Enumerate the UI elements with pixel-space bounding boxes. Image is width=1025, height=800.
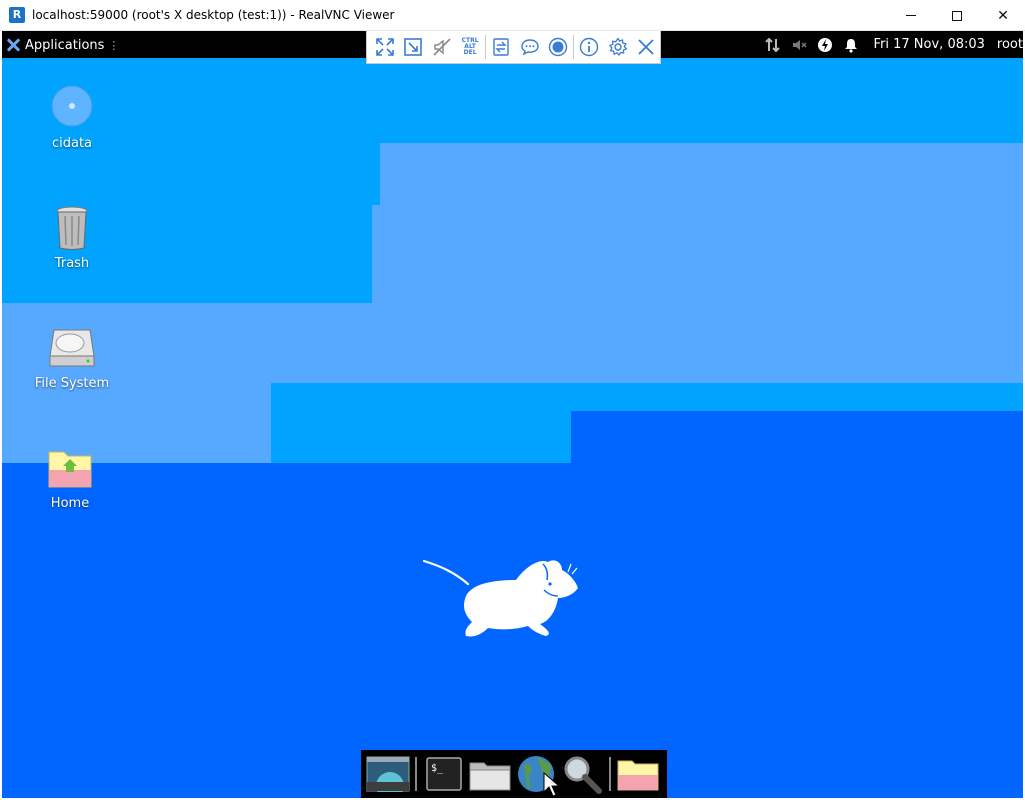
- fullscreen-button[interactable]: [371, 33, 399, 61]
- file-transfer-icon: [493, 38, 510, 56]
- speaker-muted-icon: [433, 38, 451, 56]
- dock-terminal[interactable]: $_: [421, 753, 467, 795]
- volume-muted-icon[interactable]: [790, 36, 808, 54]
- applications-label: Applications: [25, 37, 105, 53]
- scale-button[interactable]: [399, 33, 427, 61]
- window-title: localhost:59000 (root's X desktop (test:…: [32, 8, 395, 22]
- panel-user-menu[interactable]: root: [997, 37, 1023, 52]
- svg-text:$_: $_: [431, 763, 444, 774]
- folder-icon: [617, 760, 659, 791]
- mute-audio-button[interactable]: [428, 33, 456, 61]
- vnc-remote-desktop[interactable]: Applications ⋮ Fri 17 Nov, 08:03 root CT…: [2, 31, 1023, 798]
- dock-separator: [609, 757, 611, 791]
- ctrl-alt-del-button[interactable]: CTRL ALT DEL: [456, 33, 484, 61]
- desktop-icon-trash[interactable]: Trash: [22, 204, 122, 271]
- info-button[interactable]: [575, 33, 603, 61]
- gear-icon: [608, 37, 627, 57]
- desktop-icon-label: File System: [34, 376, 110, 391]
- dock-folder[interactable]: [615, 753, 661, 795]
- power-icon[interactable]: [816, 36, 834, 54]
- desktop-icon-label: cidata: [51, 136, 93, 151]
- system-tray: Fri 17 Nov, 08:03 root: [760, 31, 1023, 58]
- search-icon: [564, 756, 602, 794]
- minimize-icon: [906, 15, 916, 16]
- file-manager-icon: [469, 762, 511, 791]
- minimize-button[interactable]: [888, 0, 934, 31]
- desktop-icon-label: Home: [50, 496, 90, 511]
- realvnc-app-icon: R: [9, 7, 25, 23]
- toolbar-separator: [485, 35, 487, 59]
- applications-menu-button[interactable]: Applications ⋮: [6, 35, 119, 55]
- toolbar-separator: [573, 35, 575, 59]
- chat-icon: [520, 39, 539, 56]
- dock-file-manager[interactable]: [467, 753, 513, 795]
- trash-icon: [48, 204, 96, 252]
- panel-clock[interactable]: Fri 17 Nov, 08:03: [874, 37, 985, 52]
- fullscreen-icon: [376, 38, 394, 56]
- desktop-icon-label: Trash: [54, 256, 90, 271]
- record-button[interactable]: [544, 33, 572, 61]
- xfce-mouse-logo: [422, 559, 578, 637]
- close-window-button[interactable]: ✕: [980, 0, 1025, 31]
- record-icon: [548, 37, 568, 57]
- notification-bell-icon[interactable]: [842, 36, 860, 54]
- panel-handle-icon: ⋮: [108, 38, 120, 52]
- maximize-button[interactable]: [934, 0, 980, 31]
- dock-search[interactable]: [559, 753, 605, 795]
- close-icon: [638, 39, 654, 55]
- vnc-toolbar: CTRL ALT DEL: [366, 31, 661, 64]
- info-icon: [580, 37, 599, 57]
- mouse-pointer-icon: [543, 772, 561, 797]
- window-titlebar: R localhost:59000 (root's X desktop (tes…: [0, 0, 1025, 31]
- xfce-logo-icon: [6, 38, 20, 52]
- file-transfer-button[interactable]: [487, 33, 515, 61]
- home-folder-icon: [46, 444, 94, 492]
- maximize-icon: [952, 10, 962, 21]
- dock-separator: [415, 757, 417, 791]
- terminal-icon: $_: [426, 757, 462, 791]
- show-desktop-icon: [366, 756, 410, 792]
- desktop-background-stairs: [516, 411, 571, 463]
- ctrl-alt-del-icon: CTRL ALT DEL: [461, 37, 479, 56]
- scale-icon: [404, 38, 423, 56]
- close-connection-button[interactable]: [632, 33, 660, 61]
- network-icon[interactable]: [764, 36, 782, 54]
- hard-drive-icon: [48, 324, 96, 372]
- desktop-icon-home[interactable]: Home: [20, 444, 120, 511]
- chat-button[interactable]: [516, 33, 544, 61]
- close-icon: ✕: [997, 7, 1009, 24]
- xfce-dock: $_: [361, 750, 667, 798]
- disc-icon: [48, 84, 96, 132]
- dock-show-desktop[interactable]: [365, 753, 411, 795]
- desktop-icon-file-system[interactable]: File System: [22, 324, 122, 391]
- desktop-icon-cidata[interactable]: cidata: [22, 84, 122, 151]
- settings-button[interactable]: [603, 33, 631, 61]
